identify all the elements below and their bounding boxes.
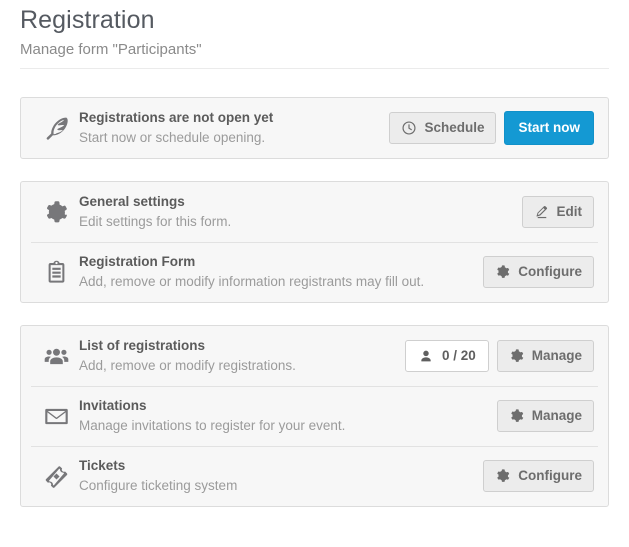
registrations-card: List of registrations Add, remove or modi… xyxy=(20,325,609,507)
start-now-button-label: Start now xyxy=(518,120,580,135)
tickets-actions: Configure xyxy=(483,460,594,492)
invitations-description: Manage invitations to register for your … xyxy=(79,418,346,433)
pencil-icon-wrap xyxy=(534,204,550,220)
row-list-of-registrations: List of registrations Add, remove or modi… xyxy=(21,326,608,386)
status-card: Registrations are not open yet Start now … xyxy=(20,97,609,159)
tickets-title: Tickets xyxy=(79,458,126,473)
page-header: Registration Manage form "Participants" xyxy=(20,0,609,69)
registration-status-title: Registrations are not open yet xyxy=(79,110,274,125)
person-icon-wrap xyxy=(418,348,434,364)
schedule-button-label: Schedule xyxy=(424,120,485,135)
edit-button[interactable]: Edit xyxy=(521,196,594,228)
registration-count-badge-label: 0 / 20 xyxy=(441,348,476,363)
manage-registrations-button-label: Manage xyxy=(531,348,582,363)
list-of-registrations-title: List of registrations xyxy=(79,338,206,353)
gear-icon-wrap xyxy=(509,408,525,424)
general-settings-text: General settings Edit settings for this f… xyxy=(79,192,522,232)
gear-icon xyxy=(46,200,67,222)
registration-form-text: Registration Form Add, remove or modify i… xyxy=(79,252,483,292)
pencil-icon xyxy=(536,205,547,219)
configure-form-button[interactable]: Configure xyxy=(483,256,594,288)
manage-registrations-button[interactable]: Manage xyxy=(496,340,594,372)
gear-icon-wrap xyxy=(509,348,525,364)
row-registration-status: Registrations are not open yet Start now … xyxy=(21,98,608,158)
registration-form-actions: Configure xyxy=(483,256,594,288)
general-settings-description: Edit settings for this form. xyxy=(79,214,232,229)
clipboard-icon xyxy=(48,260,64,283)
gear-icon-wrap xyxy=(495,468,511,484)
registration-status-description: Start now or schedule opening. xyxy=(79,130,266,145)
configure-form-button-label: Configure xyxy=(518,264,582,279)
invitations-actions: Manage xyxy=(496,400,594,432)
list-of-registrations-actions: 0 / 20 Manage xyxy=(404,340,594,372)
registration-form-description: Add, remove or modify information regist… xyxy=(79,274,425,289)
envelope-icon-wrap xyxy=(33,403,79,430)
row-tickets: Tickets Configure ticketing system Configu… xyxy=(21,446,608,506)
row-general-settings: General settings Edit settings for this f… xyxy=(21,182,608,242)
gear-icon xyxy=(511,409,523,422)
row-registration-form: Registration Form Add, remove or modify i… xyxy=(21,242,608,302)
feather-icon xyxy=(46,117,68,140)
people-icon-wrap xyxy=(33,343,79,370)
registration-status-actions: Schedule Start now xyxy=(389,111,594,145)
clock-icon xyxy=(402,121,416,135)
feather-icon-wrap xyxy=(33,115,79,142)
list-of-registrations-text: List of registrations Add, remove or modi… xyxy=(79,336,405,376)
cards-container: Registrations are not open yet Start now … xyxy=(20,97,609,507)
registration-page: Registration Manage form "Participants" … xyxy=(0,0,629,507)
clipboard-icon-wrap xyxy=(33,259,79,286)
list-of-registrations-description: Add, remove or modify registrations. xyxy=(79,358,296,373)
invitations-text: Invitations Manage invitations to registe… xyxy=(79,396,497,436)
gear-icon xyxy=(497,469,510,482)
gear-icon-wrap xyxy=(33,199,79,226)
person-icon xyxy=(421,350,431,362)
manage-invitations-button-label: Manage xyxy=(531,408,582,423)
configure-tickets-button-label: Configure xyxy=(518,468,582,483)
row-invitations: Invitations Manage invitations to registe… xyxy=(21,386,608,446)
manage-invitations-button[interactable]: Manage xyxy=(496,400,594,432)
envelope-icon xyxy=(44,408,68,424)
schedule-button[interactable]: Schedule xyxy=(389,112,497,144)
page-title: Registration xyxy=(20,6,155,34)
registration-status-text: Registrations are not open yet Start now … xyxy=(79,108,389,148)
start-now-button[interactable]: Start now xyxy=(504,111,594,145)
registration-form-title: Registration Form xyxy=(79,254,196,269)
gear-icon xyxy=(511,349,523,362)
general-settings-actions: Edit xyxy=(521,196,594,228)
page-subtitle: Manage form "Participants" xyxy=(20,41,202,58)
gear-icon-wrap xyxy=(495,264,511,280)
people-icon xyxy=(44,348,68,364)
invitations-title: Invitations xyxy=(79,398,147,413)
general-settings-title: General settings xyxy=(79,194,185,209)
settings-card: General settings Edit settings for this f… xyxy=(20,181,609,303)
ticket-icon-wrap xyxy=(33,463,79,490)
tickets-description: Configure ticketing system xyxy=(79,478,238,493)
tickets-text: Tickets Configure ticketing system xyxy=(79,456,483,496)
gear-icon xyxy=(497,265,510,278)
configure-tickets-button[interactable]: Configure xyxy=(483,460,594,492)
clock-icon-wrap xyxy=(401,120,417,136)
ticket-icon xyxy=(45,465,67,488)
registration-count-badge: 0 / 20 xyxy=(404,340,489,372)
edit-button-label: Edit xyxy=(556,204,583,219)
